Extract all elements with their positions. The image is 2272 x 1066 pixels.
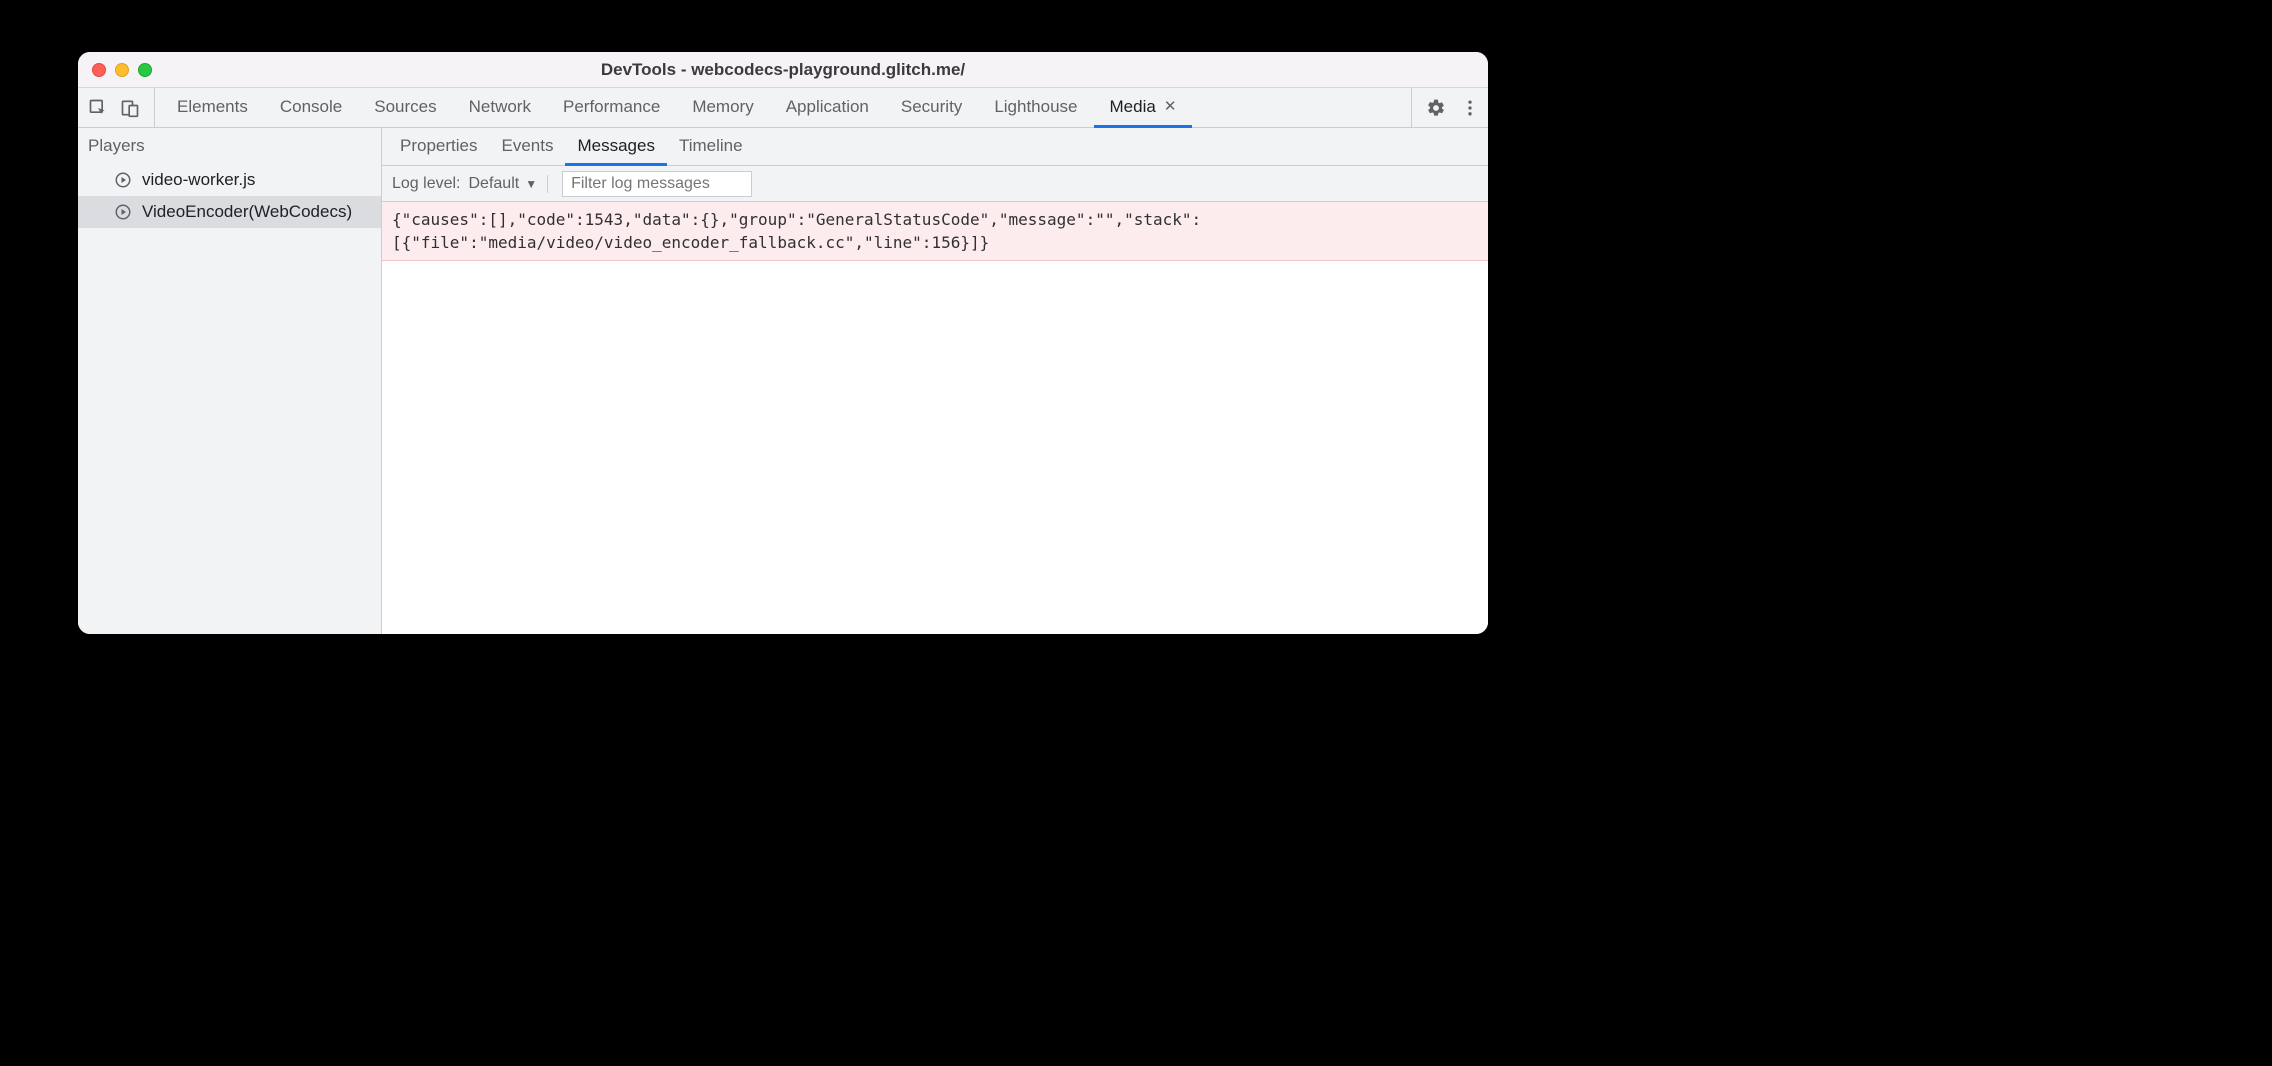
main-toolbar: Elements Console Sources Network Perform… [78, 88, 1488, 128]
player-item-videoencoder[interactable]: VideoEncoder(WebCodecs) [78, 196, 381, 228]
subtab-label: Properties [400, 136, 477, 156]
subtab-events[interactable]: Events [489, 128, 565, 166]
close-tab-icon[interactable]: ✕ [1164, 99, 1177, 114]
tab-application[interactable]: Application [770, 88, 885, 128]
chevron-down-icon: ▼ [525, 177, 537, 191]
toolbar-right-icons [1411, 88, 1480, 127]
subtab-timeline[interactable]: Timeline [667, 128, 755, 166]
tab-lighthouse[interactable]: Lighthouse [978, 88, 1093, 128]
tab-label: Network [469, 97, 531, 117]
tab-console[interactable]: Console [264, 88, 358, 128]
subtab-properties[interactable]: Properties [388, 128, 489, 166]
media-subtabs: Properties Events Messages Timeline [382, 128, 1488, 166]
player-item-label: video-worker.js [142, 170, 255, 190]
main-tabs: Elements Console Sources Network Perform… [161, 88, 1405, 127]
tab-label: Console [280, 97, 342, 117]
player-item-label: VideoEncoder(WebCodecs) [142, 202, 352, 222]
tab-label: Security [901, 97, 962, 117]
toolbar-left-icons [88, 88, 155, 127]
tab-sources[interactable]: Sources [358, 88, 452, 128]
titlebar: DevTools - webcodecs-playground.glitch.m… [78, 52, 1488, 88]
tab-performance[interactable]: Performance [547, 88, 676, 128]
tab-memory[interactable]: Memory [676, 88, 769, 128]
sidebar-header: Players [78, 128, 381, 164]
filter-log-input[interactable] [562, 171, 752, 197]
settings-icon[interactable] [1426, 98, 1446, 118]
device-toolbar-icon[interactable] [120, 98, 140, 118]
subtab-label: Events [501, 136, 553, 156]
tab-label: Memory [692, 97, 753, 117]
log-entry[interactable]: {"causes":[],"code":1543,"data":{},"grou… [382, 202, 1488, 261]
filter-bar: Log level: Default ▼ [382, 166, 1488, 202]
subtab-label: Messages [577, 136, 654, 156]
devtools-window: DevTools - webcodecs-playground.glitch.m… [78, 52, 1488, 634]
inspect-element-icon[interactable] [88, 98, 108, 118]
tab-label: Lighthouse [994, 97, 1077, 117]
play-icon [114, 203, 132, 221]
log-level-label: Log level: [392, 175, 461, 193]
tab-media[interactable]: Media ✕ [1094, 88, 1193, 128]
window-controls [78, 63, 152, 77]
tab-label: Performance [563, 97, 660, 117]
panel-body: Players video-worker.js VideoEncoder(Web… [78, 128, 1488, 634]
player-item-video-worker[interactable]: video-worker.js [78, 164, 381, 196]
more-icon[interactable] [1460, 98, 1480, 118]
close-window-button[interactable] [92, 63, 106, 77]
log-level-group: Log level: Default ▼ [392, 175, 548, 193]
zoom-window-button[interactable] [138, 63, 152, 77]
tab-label: Sources [374, 97, 436, 117]
tab-security[interactable]: Security [885, 88, 978, 128]
tab-label: Elements [177, 97, 248, 117]
tab-label: Application [786, 97, 869, 117]
tab-network[interactable]: Network [453, 88, 547, 128]
minimize-window-button[interactable] [115, 63, 129, 77]
log-area[interactable]: {"causes":[],"code":1543,"data":{},"grou… [382, 202, 1488, 634]
log-level-dropdown[interactable]: Default ▼ [469, 175, 538, 193]
players-sidebar: Players video-worker.js VideoEncoder(Web… [78, 128, 382, 634]
window-title: DevTools - webcodecs-playground.glitch.m… [78, 60, 1488, 80]
tab-label: Media [1110, 97, 1156, 117]
play-icon [114, 171, 132, 189]
log-level-value: Default [469, 175, 520, 193]
subtab-label: Timeline [679, 136, 743, 156]
content-area: Properties Events Messages Timeline Log … [382, 128, 1488, 634]
subtab-messages[interactable]: Messages [565, 128, 666, 166]
tab-elements[interactable]: Elements [161, 88, 264, 128]
